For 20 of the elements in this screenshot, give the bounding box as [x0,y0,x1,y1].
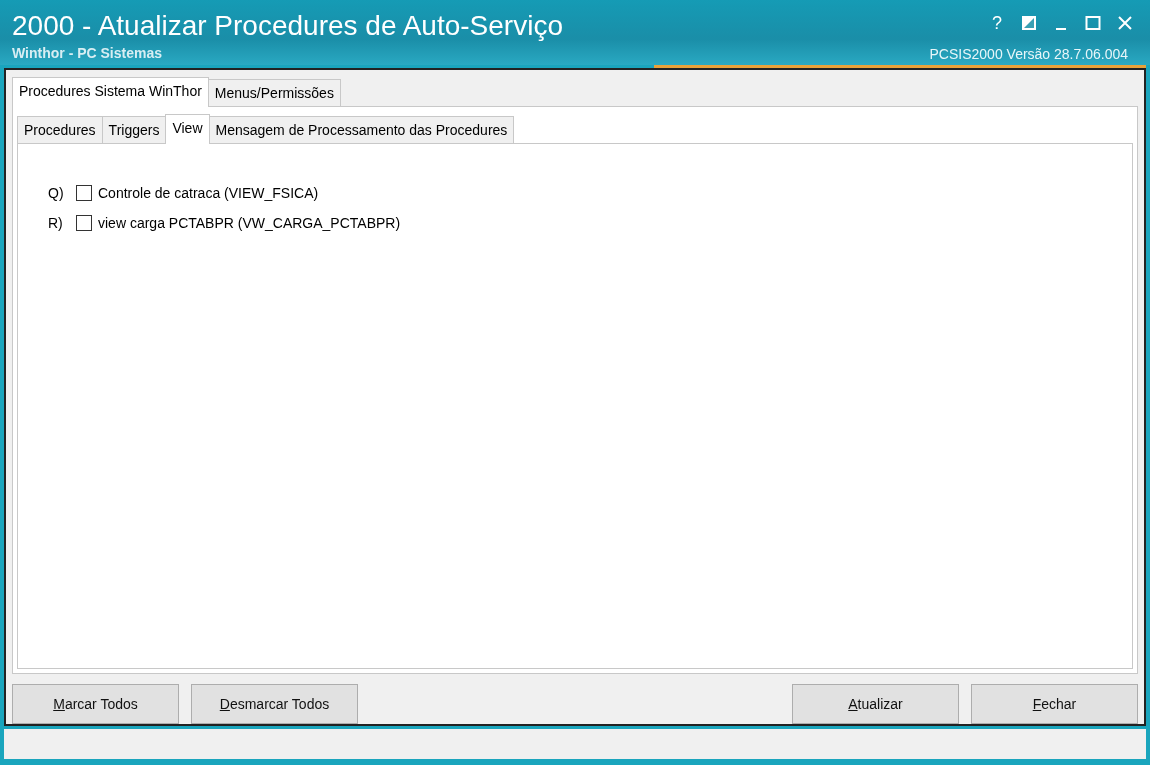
checkbox[interactable] [76,215,92,232]
version-label: PCSIS2000 Versão 28.7.06.004 [929,46,1129,62]
item-letter: R) [48,215,64,232]
action-button[interactable]: Marcar Todos [12,684,179,725]
action-button[interactable]: Atualizar [792,684,959,725]
checkbox-label[interactable]: view carga PCTABPR (VW_CARGA_PCTABPR) [98,215,401,232]
action-button[interactable]: Desmarcar Todos [191,684,358,725]
checkbox-label[interactable]: Controle de catraca (VIEW_FSICA) [98,185,319,202]
item-letter: Q) [48,185,65,202]
action-button[interactable]: Fechar [971,684,1138,725]
tab[interactable]: Procedures [17,116,103,144]
tab[interactable]: View [165,114,210,145]
help-button[interactable]: ? [986,13,1008,33]
checkbox[interactable] [76,185,92,202]
window-title: 2000 - Atualizar Procedures de Auto-Serviço [12,10,563,42]
window-subtitle: Winthor - PC Sistemas [12,45,163,61]
tab[interactable]: Procedures Sistema WinThor [12,77,209,108]
tab[interactable]: Triggers [101,116,167,144]
tab[interactable]: Menus/Permissões [207,79,341,107]
tab[interactable]: Mensagem de Processamento das Procedures [208,116,515,144]
